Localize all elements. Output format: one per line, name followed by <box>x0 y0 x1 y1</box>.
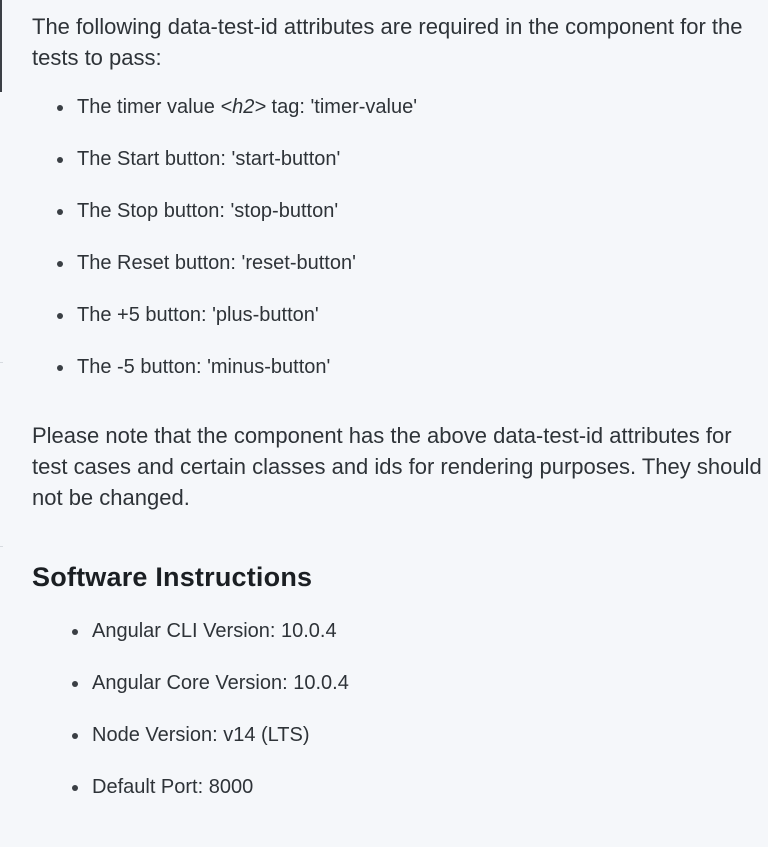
instructions-content: The following data-test-id attributes ar… <box>32 8 762 825</box>
left-border-rule <box>0 0 2 92</box>
section-title: Software Instructions <box>32 562 313 592</box>
list-item-text: The timer value <box>77 96 221 118</box>
list-item: Angular CLI Version: 10.0.4 <box>32 617 762 645</box>
list-item: The Start button: 'start-button' <box>32 145 762 173</box>
list-item: Default Port: 8000 <box>32 773 762 801</box>
divider <box>0 546 3 547</box>
list-item: Node Version: v14 (LTS) <box>32 721 762 749</box>
h2-tag-text: <h2> <box>220 96 266 118</box>
software-list: Angular CLI Version: 10.0.4 Angular Core… <box>32 617 762 801</box>
list-item: The -5 button: 'minus-button' <box>32 353 762 381</box>
list-item: The +5 button: 'plus-button' <box>32 301 762 329</box>
divider <box>0 362 3 363</box>
list-item: The Reset button: 'reset-button' <box>32 249 762 277</box>
test-id-list: The timer value <h2> tag: 'timer-value' … <box>32 93 762 381</box>
intro-paragraph: The following data-test-id attributes ar… <box>32 14 743 70</box>
list-item: The timer value <h2> tag: 'timer-value' <box>32 93 762 121</box>
note-paragraph: Please note that the component has the a… <box>32 423 762 510</box>
list-item: The Stop button: 'stop-button' <box>32 197 762 225</box>
list-item: Angular Core Version: 10.0.4 <box>32 669 762 697</box>
list-item-text: tag: 'timer-value' <box>266 96 418 118</box>
